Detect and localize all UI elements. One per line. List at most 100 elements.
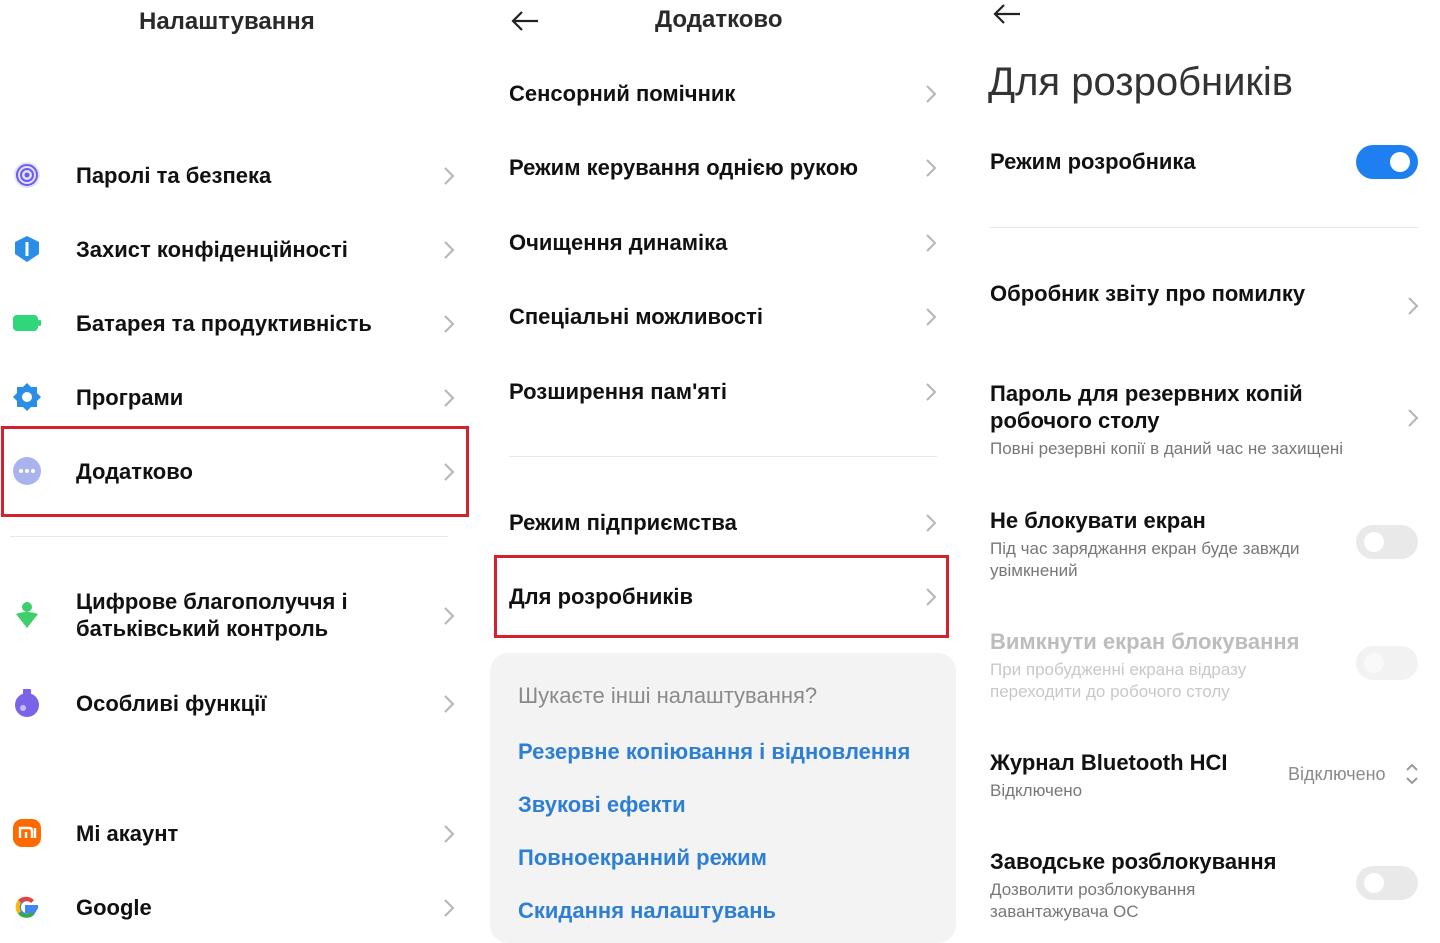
highlight-box <box>494 555 949 638</box>
link-backup-restore[interactable]: Резервне копіювання і відновлення <box>518 739 910 765</box>
oem-unlock-description-line2: завантажувача ОС <box>990 902 1139 921</box>
item-label: Режим керування однією рукою <box>509 155 859 180</box>
item-label: Розширення пам'яті <box>509 379 728 404</box>
oem-unlock-description-line1: Дозволити розблокування <box>990 880 1196 899</box>
item-label: Спеціальні можливості <box>509 304 764 329</box>
wellbeing-icon <box>12 600 42 630</box>
settings-item-label: Google <box>76 895 152 920</box>
mi-logo-icon <box>12 818 42 848</box>
settings-item-label: Паролі та безпека <box>76 163 272 188</box>
settings-item-label-line1: Цифрове благополуччя і <box>76 589 348 614</box>
chevron-right-icon <box>442 314 456 334</box>
updown-chevron-icon <box>1404 761 1420 787</box>
settings-item-passwords-security[interactable]: Паролі та безпека <box>0 150 470 202</box>
chevron-right-icon <box>924 84 938 104</box>
chevron-right-icon <box>442 898 456 918</box>
disable-lock-screen-description-line1: При пробудженні екрана відразу <box>990 660 1247 679</box>
page-title: Налаштування <box>139 8 315 35</box>
chevron-right-icon <box>924 382 938 402</box>
link-reset-settings[interactable]: Скидання налаштувань <box>518 898 776 924</box>
settings-item-special-features[interactable]: Особливі функції <box>0 678 470 730</box>
gear-icon <box>12 382 42 412</box>
additional-item-speaker-cleaning[interactable]: Очищення динаміка <box>490 217 960 269</box>
disable-lock-screen-description-line2: переходити до робочого столу <box>990 682 1230 701</box>
chevron-right-icon <box>924 513 938 533</box>
settings-item-battery[interactable]: Батарея та продуктивність <box>0 298 470 350</box>
chevron-right-icon <box>1406 408 1420 428</box>
page-title: Для розробників <box>988 60 1294 104</box>
oem-unlock-row[interactable]: Заводське розблокування Дозволити розбло… <box>970 846 1440 926</box>
settings-item-label: Батарея та продуктивність <box>76 311 372 336</box>
item-label: Режим підприємства <box>509 510 737 535</box>
fingerprint-icon <box>12 160 42 190</box>
bluetooth-hci-log-label: Журнал Bluetooth HCI <box>990 750 1228 775</box>
divider <box>990 227 1418 228</box>
stay-awake-description-line1: Під час заряджання екран буде завжди <box>990 539 1300 558</box>
chevron-right-icon <box>924 158 938 178</box>
disable-lock-screen-row: Вимкнути екран блокування При пробудженн… <box>970 626 1440 706</box>
disable-lock-screen-toggle <box>1356 646 1418 680</box>
special-features-icon <box>12 688 42 718</box>
settings-item-label-line2: батьківський контроль <box>76 616 329 641</box>
additional-panel: Додатково Сенсорний помічник Режим керув… <box>490 0 960 943</box>
privacy-shield-icon <box>12 234 42 264</box>
link-fullscreen-mode[interactable]: Повноекранний режим <box>518 845 767 871</box>
bluetooth-hci-log-description: Відключено <box>990 781 1083 800</box>
settings-item-label: Mi акаунт <box>76 821 179 846</box>
divider <box>509 456 937 457</box>
back-arrow-icon[interactable] <box>992 3 1022 25</box>
settings-item-label: Програми <box>76 385 184 410</box>
bluetooth-hci-log-row[interactable]: Журнал Bluetooth HCI Відключено Відключе… <box>970 747 1440 807</box>
settings-item-wellbeing[interactable]: Цифрове благополуччя і батьківський конт… <box>0 586 470 650</box>
chevron-right-icon <box>442 388 456 408</box>
developer-options-panel: Для розробників Режим розробника Обробни… <box>970 0 1440 937</box>
chevron-right-icon <box>924 307 938 327</box>
disable-lock-screen-label: Вимкнути екран блокування <box>990 629 1300 654</box>
developer-mode-row[interactable]: Режим розробника <box>970 140 1440 192</box>
battery-icon <box>12 308 42 338</box>
chevron-right-icon <box>442 166 456 186</box>
backup-password-row[interactable]: Пароль для резервних копій робочого стол… <box>970 378 1440 468</box>
chevron-right-icon <box>442 240 456 260</box>
bluetooth-hci-log-value[interactable]: Відключено <box>1288 764 1386 785</box>
stay-awake-toggle[interactable] <box>1356 525 1418 559</box>
additional-item-accessibility[interactable]: Спеціальні можливості <box>490 291 960 343</box>
chevron-right-icon <box>442 606 456 626</box>
settings-panel: Налаштування Паролі та безпека Захист ко… <box>0 0 470 937</box>
oem-unlock-label: Заводське розблокування <box>990 849 1277 874</box>
settings-item-mi-account[interactable]: Mi акаунт <box>0 808 470 860</box>
settings-item-privacy[interactable]: Захист конфіденційності <box>0 224 470 276</box>
item-label: Сенсорний помічник <box>509 81 736 106</box>
search-suggestions-card: Шукаєте інші налаштування? Резервне копі… <box>490 653 956 943</box>
developer-mode-label: Режим розробника <box>990 149 1196 174</box>
backup-password-label-line1: Пароль для резервних копій <box>990 381 1303 406</box>
chevron-right-icon <box>442 824 456 844</box>
item-label: Очищення динаміка <box>509 230 728 255</box>
settings-item-label: Захист конфіденційності <box>76 237 348 262</box>
bug-report-handler-row[interactable]: Обробник звіту про помилку <box>970 278 1440 330</box>
link-sound-effects[interactable]: Звукові ефекти <box>518 792 686 818</box>
google-logo-icon <box>12 892 42 922</box>
settings-item-apps[interactable]: Програми <box>0 372 470 424</box>
highlight-box <box>1 426 469 517</box>
bug-report-handler-label: Обробник звіту про помилку <box>990 281 1306 306</box>
developer-mode-toggle[interactable] <box>1356 145 1418 179</box>
stay-awake-label: Не блокувати екран <box>990 508 1206 533</box>
oem-unlock-toggle[interactable] <box>1356 866 1418 900</box>
chevron-right-icon <box>924 233 938 253</box>
backup-password-description: Повні резервні копії в даний час не захи… <box>990 439 1344 458</box>
additional-item-enterprise-mode[interactable]: Режим підприємства <box>490 497 960 549</box>
additional-item-one-hand-mode[interactable]: Режим керування однією рукою <box>490 142 960 194</box>
additional-item-touch-assistant[interactable]: Сенсорний помічник <box>490 68 960 120</box>
search-suggestions-title: Шукаєте інші налаштування? <box>518 683 818 708</box>
divider <box>10 536 448 537</box>
chevron-right-icon <box>442 694 456 714</box>
additional-item-memory-extension[interactable]: Розширення пам'яті <box>490 366 960 418</box>
backup-password-label-line2: робочого столу <box>990 408 1160 433</box>
stay-awake-row[interactable]: Не блокувати екран Під час заряджання ек… <box>970 505 1440 585</box>
page-title: Додатково <box>655 6 783 33</box>
back-arrow-icon[interactable] <box>510 10 540 32</box>
settings-item-google[interactable]: Google <box>0 882 470 934</box>
settings-item-label: Особливі функції <box>76 691 267 716</box>
stay-awake-description-line2: увімкнений <box>990 561 1078 580</box>
